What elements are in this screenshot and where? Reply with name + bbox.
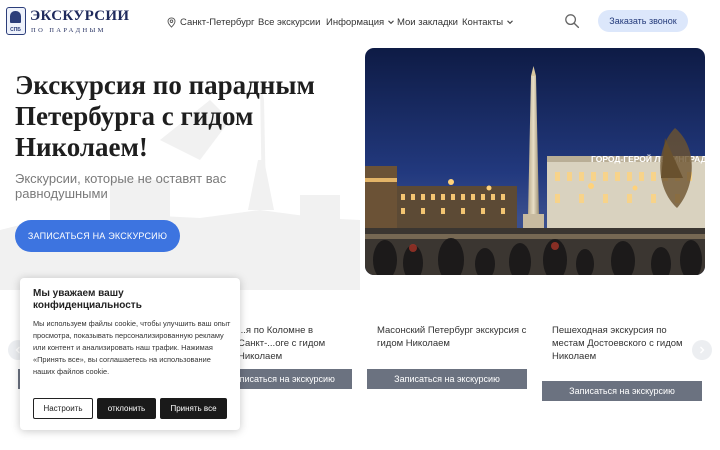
hero-title: Экскурсия по парадным Петербурга с гидом… bbox=[15, 70, 315, 162]
hero-subtitle: Экскурсии, которые не оставят вас равнод… bbox=[15, 171, 227, 201]
tour-card-title[interactable]: Масонский Петербург экскурсия с гидом Ни… bbox=[377, 324, 527, 350]
hero-photo: ГОРОД-ГЕРОЙ ЛЕНИНГРАД bbox=[365, 48, 705, 275]
nav-item-city-label: Санкт-Петербург bbox=[180, 16, 255, 28]
chevron-down-icon bbox=[507, 20, 513, 25]
chevron-down-icon bbox=[388, 20, 395, 25]
chevron-right-icon bbox=[700, 346, 705, 354]
nav-item-bookmarks[interactable]: Мои закладки bbox=[397, 0, 458, 44]
logo-subtitle: ПО ПАРАДНЫМ bbox=[31, 27, 106, 34]
tour-card-book-button[interactable]: Записаться на экскурсию bbox=[542, 381, 702, 401]
logo-emblem-icon: СПБ bbox=[6, 7, 26, 35]
cookie-text: Мы используем файлы cookie, чтобы улучши… bbox=[33, 319, 231, 376]
search-icon[interactable] bbox=[564, 13, 580, 29]
nav-item-contacts-label: Контакты bbox=[462, 16, 504, 28]
cookie-consent-dialog: Мы уважаем вашу конфиденциальность Мы ис… bbox=[20, 278, 240, 430]
site-logo[interactable]: СПБ ЭКСКУРСИИ ПО ПАРАДНЫМ bbox=[6, 7, 129, 37]
nav-item-all-tours-label: Все экскурсии bbox=[258, 16, 321, 28]
nav-item-all-tours[interactable]: Все экскурсии bbox=[258, 0, 320, 44]
cookie-settings-button[interactable]: Настроить bbox=[33, 398, 93, 419]
tour-card-title[interactable]: Пешеходная экскурсия по местам Достоевск… bbox=[552, 324, 692, 363]
tour-card-book-button[interactable]: Записаться на экскурсию bbox=[367, 369, 527, 389]
nav-item-city[interactable]: Санкт-Петербург bbox=[166, 0, 255, 44]
carousel-next-button[interactable] bbox=[692, 340, 712, 360]
logo-title: ЭКСКУРСИИ bbox=[30, 8, 130, 24]
nav-item-info-label: Информация bbox=[326, 16, 385, 28]
tour-card-title[interactable]: ...я по Коломне в Санкт-...оге с гидом Н… bbox=[238, 324, 348, 363]
nav-item-bookmarks-label: Мои закладки bbox=[397, 16, 458, 28]
site-header: СПБ ЭКСКУРСИИ ПО ПАРАДНЫМ Санкт-Петербур… bbox=[0, 0, 720, 44]
book-tour-button[interactable]: ЗАПИСАТЬСЯ НА ЭКСКУРСИЮ bbox=[15, 220, 180, 252]
cookie-reject-button[interactable]: отклонить bbox=[97, 398, 156, 419]
cookie-title: Мы уважаем вашу конфиденциальность bbox=[33, 288, 142, 311]
nav-item-contacts[interactable]: Контакты bbox=[462, 0, 514, 44]
cookie-accept-all-button[interactable]: Принять все bbox=[160, 398, 227, 419]
map-pin-icon bbox=[167, 16, 176, 28]
order-call-button[interactable]: Заказать звонок bbox=[598, 10, 688, 32]
nav-item-info[interactable]: Информация bbox=[326, 0, 395, 44]
